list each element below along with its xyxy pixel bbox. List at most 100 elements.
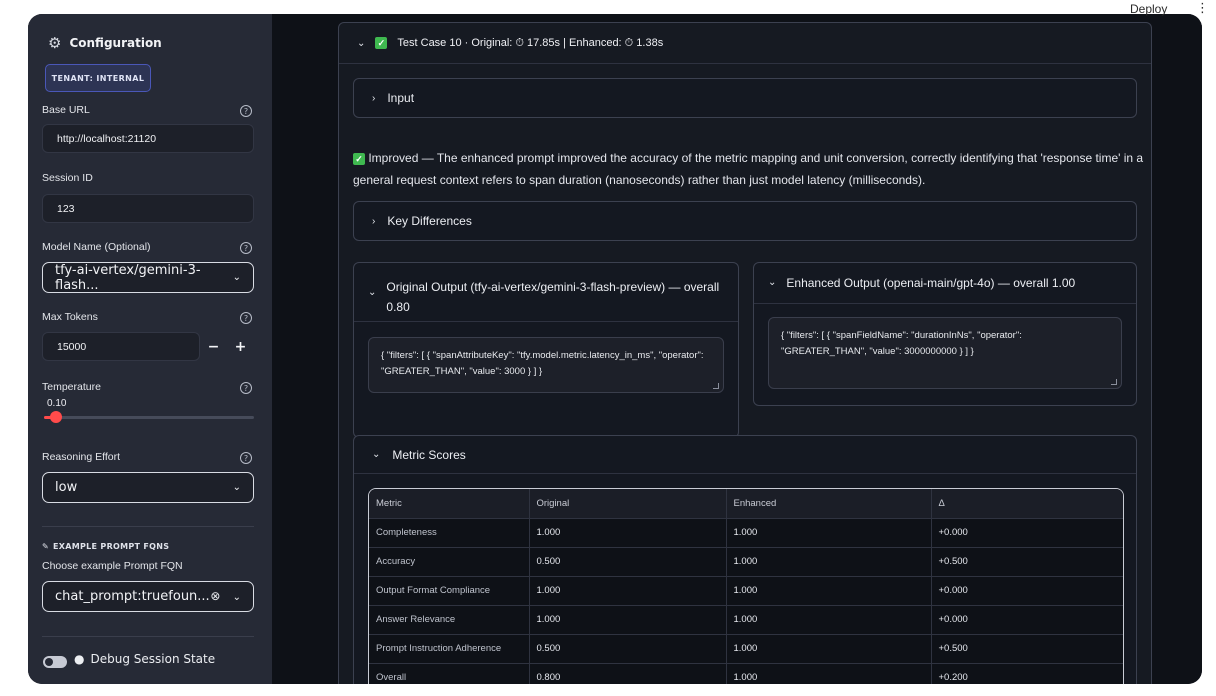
pin-icon: ● xyxy=(74,652,85,666)
check-icon: ✓ xyxy=(375,37,388,49)
table-row: Output Format Compliance 1.000 1.000 +0.… xyxy=(369,576,1123,606)
table-cell: +0.000 xyxy=(931,605,1123,635)
table-cell: 1.000 xyxy=(726,518,932,548)
input-expander[interactable]: › Input xyxy=(353,78,1137,118)
table-cell: Prompt Instruction Adherence xyxy=(369,634,530,664)
original-output-title: Original Output (tfy-ai-vertex/gemini-3-… xyxy=(386,280,720,314)
max-tokens-input[interactable]: 15000 xyxy=(42,332,200,361)
improved-text: Improved — The enhanced prompt improved … xyxy=(353,151,1144,187)
example-prompt-value: chat_prompt:truefoun... xyxy=(55,589,210,604)
reasoning-effort-select[interactable]: low ⌄ xyxy=(42,472,254,503)
sidebar-divider xyxy=(42,636,254,637)
table-row: Completeness 1.000 1.000 +0.000 xyxy=(369,518,1123,548)
model-name-select[interactable]: tfy-ai-vertex/gemini-3-flash... ⌄ xyxy=(42,262,254,293)
check-icon: ✓ xyxy=(353,153,365,165)
input-expander-label: Input xyxy=(387,91,415,105)
original-output-header[interactable]: ⌄ Original Output (tfy-ai-vertex/gemini-… xyxy=(368,277,724,317)
key-differences-expander[interactable]: › Key Differences xyxy=(353,201,1137,241)
original-output-code[interactable]: { "filters": [ { "spanAttributeKey": "tf… xyxy=(368,337,724,393)
chevron-down-icon: ⌄ xyxy=(232,482,241,493)
enhanced-output-code[interactable]: { "filters": [ { "spanFieldName": "durat… xyxy=(768,317,1122,389)
sidebar-divider xyxy=(42,526,254,527)
app-window: ⚙ Configuration TENANT: INTERNAL Base UR… xyxy=(28,14,1202,684)
table-header-row: Metric Original Enhanced Δ xyxy=(369,489,1123,519)
table-cell: +0.500 xyxy=(931,634,1123,664)
help-icon[interactable]: ? xyxy=(240,105,252,117)
test-case-expander: ⌄ ✓ Test Case 10 · Original: ⏱ 17.85s | … xyxy=(338,22,1152,684)
table-cell: 0.500 xyxy=(529,634,727,664)
chevron-down-icon: ⌄ xyxy=(232,592,241,603)
divider xyxy=(354,321,738,322)
table-cell: 0.500 xyxy=(529,547,727,577)
column-header[interactable]: Metric xyxy=(369,489,530,519)
temperature-slider-thumb[interactable] xyxy=(50,411,62,423)
table-cell: +0.200 xyxy=(938,672,968,684)
table-row: Prompt Instruction Adherence 0.500 1.000… xyxy=(369,634,1123,664)
resize-handle[interactable] xyxy=(713,383,719,389)
original-output-code-text: { "filters": [ { "spanAttributeKey": "tf… xyxy=(381,350,704,377)
clear-icon[interactable]: ⊗ xyxy=(210,589,220,603)
sidebar: ⚙ Configuration TENANT: INTERNAL Base UR… xyxy=(28,14,272,684)
test-case-header[interactable]: ⌄ ✓ Test Case 10 · Original: ⏱ 17.85s | … xyxy=(339,23,1151,64)
column-header[interactable]: Enhanced xyxy=(726,489,932,519)
table-cell: 1.000 xyxy=(726,547,932,577)
table-cell: 1.000 xyxy=(726,576,932,606)
base-url-label: Base URL xyxy=(42,104,90,116)
table-cell: 0.800 xyxy=(529,663,727,684)
table-cell: Answer Relevance xyxy=(369,605,530,635)
help-icon[interactable]: ? xyxy=(240,382,252,394)
max-tokens-stepper: − + xyxy=(200,332,254,361)
test-case-title: Test Case 10 · Original: ⏱ 17.85s | Enha… xyxy=(397,36,664,49)
column-header[interactable]: Δ xyxy=(931,489,1123,519)
model-name-label: Model Name (Optional) xyxy=(42,241,151,253)
divider xyxy=(754,303,1136,304)
table-cell: +0.500 xyxy=(931,547,1123,577)
table-cell: Completeness xyxy=(369,518,530,548)
improved-summary: ✓ Improved — The enhanced prompt improve… xyxy=(353,147,1153,191)
chevron-down-icon: ⌄ xyxy=(357,37,366,49)
reasoning-effort-value: low xyxy=(55,480,78,495)
enhanced-output-header[interactable]: ⌄ Enhanced Output (openai-main/gpt-4o) —… xyxy=(768,273,1122,293)
decrement-button[interactable]: − xyxy=(208,339,220,355)
sidebar-title: ⚙ Configuration xyxy=(48,34,162,52)
chevron-down-icon: ⌄ xyxy=(768,277,777,288)
session-id-label: Session ID xyxy=(42,172,93,184)
original-output-card: ⌄ Original Output (tfy-ai-vertex/gemini-… xyxy=(353,262,739,438)
metric-scores-table: Metric Original Enhanced Δ Completeness … xyxy=(368,488,1124,684)
example-prompts-heading-text: EXAMPLE PROMPT FQNS xyxy=(53,542,170,551)
base-url-input[interactable]: http://localhost:21120 xyxy=(42,124,254,153)
debug-toggle[interactable] xyxy=(43,656,67,668)
help-icon[interactable]: ? xyxy=(240,312,252,324)
table-cell: +0.000 xyxy=(931,518,1123,548)
table-row: Overall 0.800 1.000 +0.200 xyxy=(369,663,1123,684)
enhanced-output-title: Enhanced Output (openai-main/gpt-4o) — o… xyxy=(786,276,1076,290)
example-prompts-heading: ✎ EXAMPLE PROMPT FQNS xyxy=(42,542,169,551)
resize-handle[interactable] xyxy=(1111,379,1117,385)
enhanced-output-code-text: { "filters": [ { "spanFieldName": "durat… xyxy=(781,330,1022,357)
example-prompt-select[interactable]: chat_prompt:truefoun... ⊗ ⌄ xyxy=(42,581,254,612)
metric-scores-expander: ⌄ Metric Scores Metric Original Enhanced xyxy=(353,435,1137,684)
table-cell: 1.000 xyxy=(529,576,727,606)
table-cell: Output Format Compliance xyxy=(369,576,530,606)
tenant-button[interactable]: TENANT: INTERNAL xyxy=(45,64,151,92)
table-row: Answer Relevance 1.000 1.000 +0.000 xyxy=(369,605,1123,635)
chevron-down-icon: ⌄ xyxy=(232,272,241,283)
session-id-input[interactable]: 123 xyxy=(42,194,254,223)
help-icon[interactable]: ? xyxy=(240,242,252,254)
enhanced-output-card: ⌄ Enhanced Output (openai-main/gpt-4o) —… xyxy=(753,262,1137,406)
reasoning-effort-label: Reasoning Effort xyxy=(42,451,121,463)
chevron-down-icon: ⌄ xyxy=(372,449,381,460)
chevron-right-icon: › xyxy=(372,215,376,227)
deploy-button[interactable]: Deploy xyxy=(1130,2,1167,16)
column-header[interactable]: Original xyxy=(529,489,727,519)
help-icon[interactable]: ? xyxy=(240,452,252,464)
paperclip-icon: ✎ xyxy=(42,542,50,551)
model-name-value: tfy-ai-vertex/gemini-3-flash... xyxy=(55,262,201,293)
increment-button[interactable]: + xyxy=(235,339,247,355)
temperature-slider-track[interactable] xyxy=(44,416,254,419)
main-menu-icon[interactable]: ⋮ xyxy=(1196,1,1209,16)
sidebar-title-text: Configuration xyxy=(69,36,162,50)
metric-scores-header[interactable]: ⌄ Metric Scores xyxy=(354,436,1136,474)
max-tokens-label: Max Tokens xyxy=(42,311,98,323)
table-cell: Accuracy xyxy=(369,547,530,577)
